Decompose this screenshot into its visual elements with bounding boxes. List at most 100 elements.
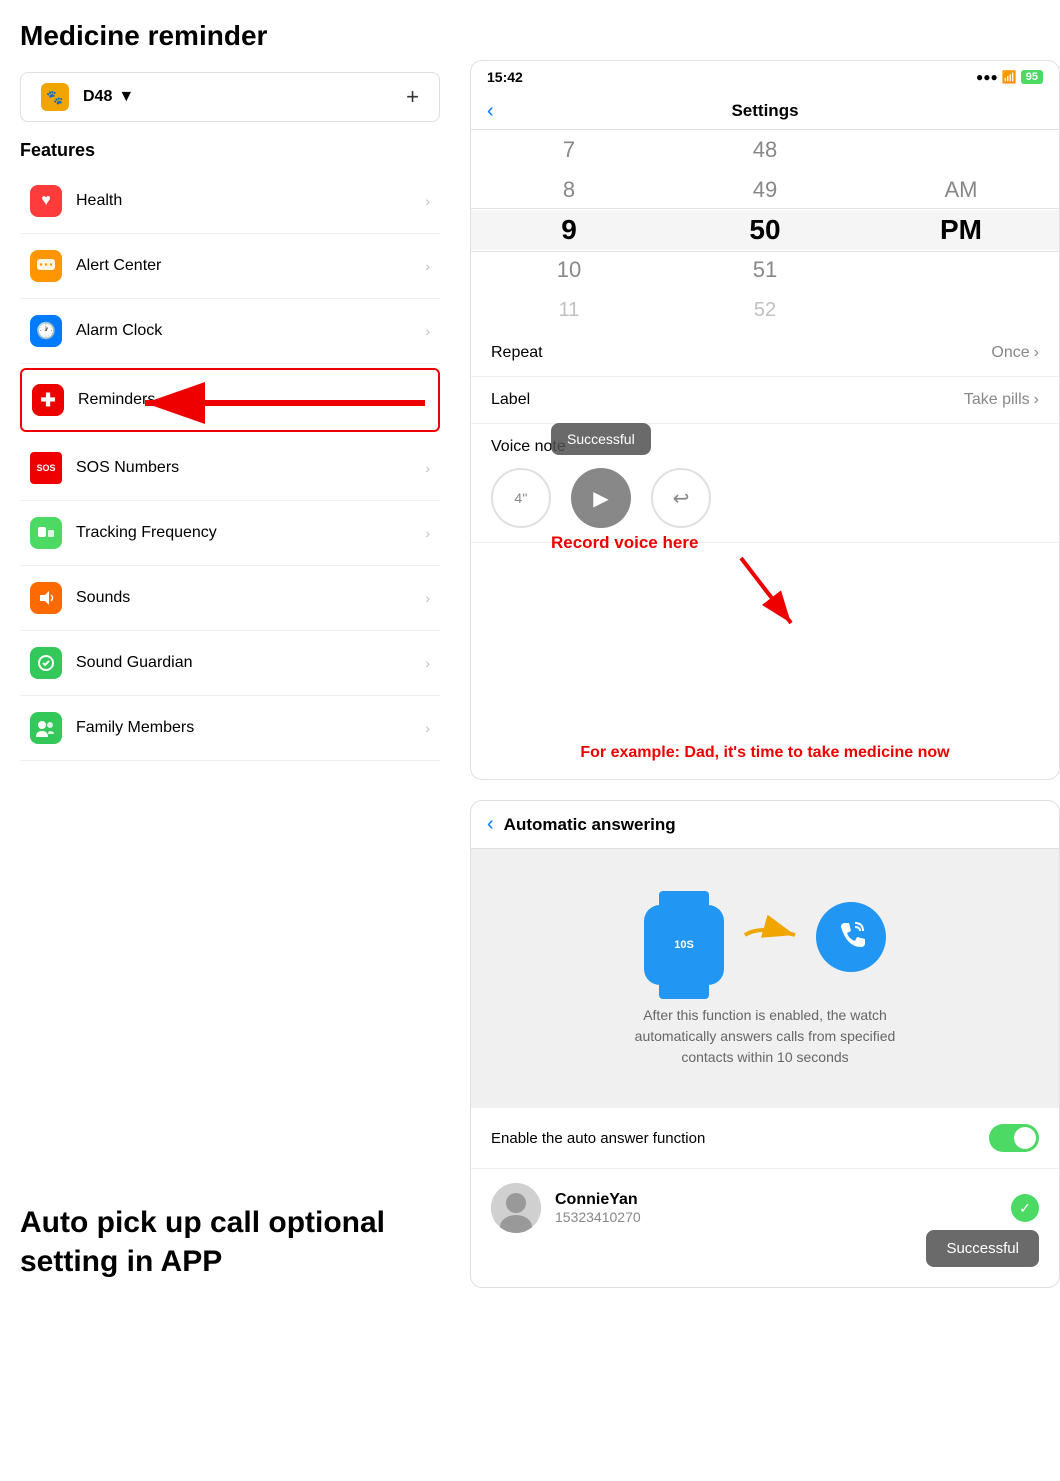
minute-item-selected: 50 <box>667 210 863 250</box>
hour-item: 11 <box>471 290 667 330</box>
ampm-item <box>863 130 1059 170</box>
watch-band-bottom <box>659 985 709 999</box>
contact-avatar <box>491 1183 541 1233</box>
back-button[interactable]: ‹ <box>487 100 494 123</box>
minute-item: 49 <box>667 170 863 210</box>
sos-label: SOS Numbers <box>76 459 179 477</box>
repeat-label: Repeat <box>491 344 543 362</box>
status-time: 15:42 <box>487 69 523 85</box>
watch-icon: 10S <box>644 905 724 985</box>
sidebar-item-sounds[interactable]: Sounds › <box>20 566 440 631</box>
right-panel: 15:42 ●●● 📶 95 ‹ Settings 6 7 8 9 10 11 <box>470 60 1060 1460</box>
tracking-icon <box>30 517 62 549</box>
family-label: Family Members <box>76 719 194 737</box>
sounds-label: Sounds <box>76 589 130 607</box>
bottom-left-text: Auto pick up call optional setting in AP… <box>20 1203 400 1281</box>
label-row[interactable]: Label Take pills › <box>471 377 1059 424</box>
sos-icon: SOS <box>30 452 62 484</box>
watch-band-top <box>659 891 709 905</box>
guardian-icon <box>30 647 62 679</box>
minute-item: 48 <box>667 130 863 170</box>
sidebar-item-family[interactable]: Family Members › <box>20 696 440 761</box>
ampm-item: AM <box>863 170 1059 210</box>
red-arrow-annotation <box>95 375 435 435</box>
sidebar-item-health[interactable]: ♥ Health › <box>20 169 440 234</box>
auto-answer-nav: ‹ Automatic answering <box>471 801 1059 849</box>
health-icon: ♥ <box>30 185 62 217</box>
alert-icon <box>30 250 62 282</box>
nav-bar-settings: ‹ Settings <box>471 93 1059 130</box>
auto-answer-illustration: 10S <box>471 849 1059 1108</box>
repeat-row[interactable]: Repeat Once › <box>471 330 1059 377</box>
wifi-icon: 📶 <box>1002 70 1017 84</box>
record-arrow <box>731 553 811 638</box>
features-section: Features ♥ Health › Alert Center › 🕐 Ala <box>0 130 460 761</box>
auto-answer-toggle[interactable] <box>989 1124 1039 1152</box>
minutes-picker-col[interactable]: 47 48 49 50 51 52 53 <box>667 130 863 330</box>
chevron-icon: › <box>425 525 430 541</box>
enable-auto-answer-row[interactable]: Enable the auto answer function <box>471 1108 1059 1169</box>
chevron-icon: › <box>425 258 430 274</box>
recording-tooltip: Successful <box>551 423 651 455</box>
time-picker[interactable]: 6 7 8 9 10 11 12 47 48 49 50 51 52 53 <box>471 130 1059 330</box>
device-icon: 🐾 <box>41 83 69 111</box>
contact-info: ConnieYan 15323410270 <box>555 1191 997 1225</box>
sidebar-item-alarm[interactable]: 🕐 Alarm Clock › <box>20 299 440 364</box>
sidebar-item-alert[interactable]: Alert Center › <box>20 234 440 299</box>
status-bar: 15:42 ●●● 📶 95 <box>471 61 1059 93</box>
minute-item: 52 <box>667 290 863 330</box>
device-info: 🐾 D48▼ <box>41 83 134 111</box>
play-area: Successful ▶ <box>571 468 631 528</box>
nav-title-settings: Settings <box>731 101 798 121</box>
device-bar[interactable]: 🐾 D48▼ + <box>20 72 440 122</box>
repeat-chevron: › <box>1034 344 1039 362</box>
label-label: Label <box>491 391 530 409</box>
success-tooltip-area: Successful <box>471 1247 1059 1287</box>
chevron-icon: › <box>425 460 430 476</box>
watch-label: 10S <box>674 939 694 951</box>
tracking-label: Tracking Frequency <box>76 524 217 542</box>
voice-note-controls: 4'' Successful ▶ ↩ <box>491 468 1039 528</box>
label-chevron: › <box>1034 391 1039 409</box>
hours-picker-col[interactable]: 6 7 8 9 10 11 12 <box>471 130 667 330</box>
auto-answer-back-button[interactable]: ‹ <box>487 813 494 836</box>
page-title: Medicine reminder <box>0 20 460 72</box>
ampm-item <box>863 250 1059 290</box>
chevron-icon: › <box>425 720 430 736</box>
ampm-picker-col[interactable]: AM PM <box>863 130 1059 330</box>
chevron-icon: › <box>425 590 430 606</box>
voice-duration: 4'' <box>491 468 551 528</box>
features-title: Features <box>20 140 440 161</box>
repeat-value: Once › <box>991 344 1039 362</box>
phone-screen-settings: 15:42 ●●● 📶 95 ‹ Settings 6 7 8 9 10 11 <box>470 60 1060 780</box>
add-button[interactable]: + <box>406 84 419 110</box>
voice-note-section: Voice note 4'' Successful ▶ ↩ <box>471 424 1059 543</box>
contact-name: ConnieYan <box>555 1191 997 1209</box>
replay-button[interactable]: ↩ <box>651 468 711 528</box>
left-panel: Medicine reminder 🐾 D48▼ + Features ♥ He… <box>0 0 460 1481</box>
illustration-description: After this function is enabled, the watc… <box>615 1005 915 1068</box>
alert-label: Alert Center <box>76 257 161 275</box>
success-tooltip: Successful <box>926 1230 1039 1267</box>
arrow-graphic <box>740 915 800 960</box>
reminder-icon: ✚ <box>32 384 64 416</box>
enable-label: Enable the auto answer function <box>491 1130 705 1147</box>
guardian-label: Sound Guardian <box>76 654 193 672</box>
phone-call-icon <box>816 902 886 972</box>
sounds-icon <box>30 582 62 614</box>
sidebar-item-guardian[interactable]: Sound Guardian › <box>20 631 440 696</box>
record-annotation: Record voice here <box>551 533 698 553</box>
hour-item: 10 <box>471 250 667 290</box>
family-icon <box>30 712 62 744</box>
chevron-icon: › <box>425 193 430 209</box>
sidebar-item-sos[interactable]: SOS SOS Numbers › <box>20 436 440 501</box>
toggle-knob <box>1014 1127 1036 1149</box>
contact-phone: 15323410270 <box>555 1209 997 1225</box>
sidebar-item-tracking[interactable]: Tracking Frequency › <box>20 501 440 566</box>
ampm-item <box>863 290 1059 330</box>
alarm-icon: 🕐 <box>30 315 62 347</box>
auto-answer-nav-title: Automatic answering <box>504 815 676 835</box>
play-button[interactable]: ▶ <box>571 468 631 528</box>
phone-screen-auto-answer: ‹ Automatic answering 10S <box>470 800 1060 1288</box>
minute-item: 51 <box>667 250 863 290</box>
